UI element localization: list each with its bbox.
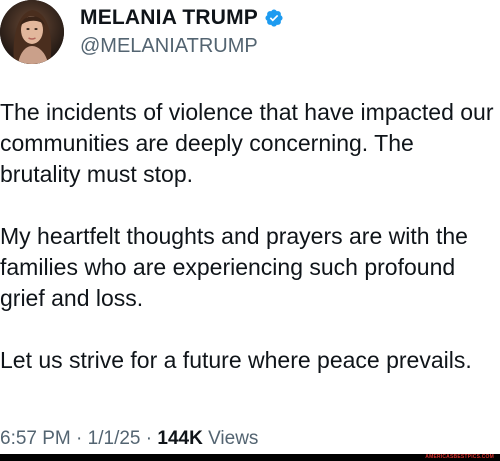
profile-photo-icon <box>0 0 64 64</box>
display-name[interactable]: MELANIA TRUMP <box>80 6 258 30</box>
avatar[interactable] <box>0 0 64 64</box>
tweet-time[interactable]: 6:57 PM <box>0 428 71 449</box>
tweet-meta: 6:57 PM · 1/1/25 · 144K Views <box>0 428 258 450</box>
meta-separator: · <box>145 428 153 449</box>
name-row: MELANIA TRUMP <box>80 5 284 31</box>
watermark-text: AMERICASBESTPICS.COM <box>425 454 494 460</box>
user-handle[interactable]: @MELANIATRUMP <box>80 35 258 58</box>
watermark-bar: AMERICASBESTPICS.COM <box>0 454 500 461</box>
tweet-header: MELANIA TRUMP @MELANIATRUMP <box>0 0 500 70</box>
tweet-paragraph-3: Let us strive for a future where peace p… <box>0 347 472 373</box>
views-count: 144K <box>157 428 203 449</box>
tweet-card: MELANIA TRUMP @MELANIATRUMP The incident… <box>0 0 500 461</box>
tweet-paragraph-2: My heartfelt thoughts and prayers are wi… <box>0 223 468 311</box>
tweet-date[interactable]: 1/1/25 <box>88 428 141 449</box>
views-label: Views <box>208 428 259 449</box>
verified-badge-icon <box>264 8 284 28</box>
meta-separator: · <box>76 428 83 449</box>
tweet-paragraph-1: The incidents of violence that have impa… <box>0 99 494 187</box>
tweet-text: The incidents of violence that have impa… <box>0 97 500 376</box>
